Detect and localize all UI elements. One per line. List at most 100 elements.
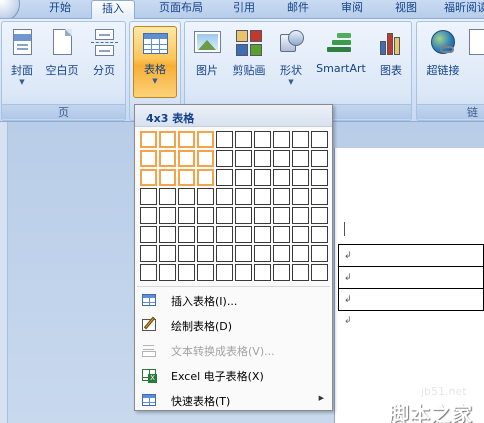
grid-cell[interactable] <box>254 264 271 281</box>
grid-cell[interactable] <box>292 245 309 262</box>
grid-cell[interactable] <box>235 207 252 224</box>
grid-cell[interactable] <box>273 245 290 262</box>
grid-cell[interactable] <box>254 188 271 205</box>
grid-cell[interactable] <box>197 264 214 281</box>
chart-button[interactable]: 图表 <box>373 28 409 77</box>
grid-cell-selected[interactable] <box>178 131 195 148</box>
grid-cell[interactable] <box>292 169 309 186</box>
grid-cell-selected[interactable] <box>197 169 214 186</box>
grid-cell[interactable] <box>159 188 176 205</box>
grid-cell[interactable] <box>197 188 214 205</box>
grid-cell[interactable] <box>254 207 271 224</box>
grid-cell[interactable] <box>254 245 271 262</box>
tab-review[interactable]: 审阅 <box>330 0 374 18</box>
grid-cell[interactable] <box>311 264 328 281</box>
tab-mailings[interactable]: 邮件 <box>276 0 320 18</box>
grid-cell[interactable] <box>159 226 176 243</box>
grid-cell[interactable] <box>140 264 157 281</box>
grid-cell-selected[interactable] <box>140 169 157 186</box>
clipart-button[interactable]: 剪贴画 <box>227 28 271 77</box>
grid-cell-selected[interactable] <box>159 169 176 186</box>
quick-tables-menu-item[interactable]: 快速表格(T) ▶ <box>137 388 330 412</box>
grid-cell[interactable] <box>311 245 328 262</box>
grid-cell[interactable] <box>273 226 290 243</box>
grid-cell[interactable] <box>254 226 271 243</box>
grid-cell[interactable] <box>140 226 157 243</box>
grid-cell[interactable] <box>178 245 195 262</box>
tab-home[interactable]: 开始 <box>36 0 84 18</box>
grid-cell-selected[interactable] <box>159 150 176 167</box>
grid-cell-selected[interactable] <box>140 131 157 148</box>
grid-cell-selected[interactable] <box>140 150 157 167</box>
grid-cell[interactable] <box>140 188 157 205</box>
page-break-button[interactable]: 分页 <box>86 28 122 77</box>
grid-cell[interactable] <box>159 207 176 224</box>
grid-cell[interactable] <box>311 188 328 205</box>
grid-cell-selected[interactable] <box>197 150 214 167</box>
grid-cell[interactable] <box>235 245 252 262</box>
grid-cell[interactable] <box>235 226 252 243</box>
convert-text-to-table-menu-item[interactable]: 文本转换成表格(V)... <box>137 338 330 362</box>
grid-cell[interactable] <box>254 131 271 148</box>
tab-references[interactable]: 引用 <box>222 0 266 18</box>
grid-cell[interactable] <box>197 245 214 262</box>
cover-page-button[interactable]: 封面 ▼ <box>4 28 40 86</box>
blank-page-button[interactable]: 空白页 <box>40 28 84 77</box>
grid-cell[interactable] <box>292 207 309 224</box>
grid-cell[interactable] <box>235 131 252 148</box>
bookmark-button[interactable]: 书 <box>467 28 484 58</box>
grid-cell[interactable] <box>235 150 252 167</box>
grid-cell[interactable] <box>216 169 233 186</box>
tab-view[interactable]: 视图 <box>384 0 428 18</box>
grid-cell-selected[interactable] <box>197 131 214 148</box>
grid-cell[interactable] <box>216 131 233 148</box>
grid-cell-selected[interactable] <box>178 169 195 186</box>
grid-cell[interactable] <box>273 150 290 167</box>
grid-cell[interactable] <box>273 207 290 224</box>
table-cell[interactable]: ↲ <box>338 288 484 311</box>
hyperlink-button[interactable]: 超链接 <box>421 28 465 77</box>
grid-cell[interactable] <box>235 169 252 186</box>
shapes-button[interactable]: 形状 ▼ <box>273 28 309 86</box>
grid-cell[interactable] <box>273 264 290 281</box>
grid-cell[interactable] <box>292 226 309 243</box>
grid-cell[interactable] <box>311 226 328 243</box>
grid-cell[interactable] <box>273 131 290 148</box>
grid-cell[interactable] <box>216 150 233 167</box>
table-cell[interactable]: ↲ <box>338 244 484 267</box>
grid-cell[interactable] <box>254 150 271 167</box>
table-cell[interactable]: ↲ <box>338 266 484 289</box>
grid-cell[interactable] <box>254 169 271 186</box>
grid-cell[interactable] <box>292 188 309 205</box>
grid-cell[interactable] <box>292 264 309 281</box>
table-button[interactable]: 表格 ▼ <box>133 26 177 98</box>
grid-cell[interactable] <box>235 188 252 205</box>
grid-cell[interactable] <box>216 264 233 281</box>
grid-cell[interactable] <box>178 226 195 243</box>
grid-cell[interactable] <box>311 169 328 186</box>
grid-cell[interactable] <box>216 245 233 262</box>
grid-cell[interactable] <box>178 188 195 205</box>
smartart-button[interactable]: SmartArt <box>311 28 371 75</box>
grid-cell[interactable] <box>273 188 290 205</box>
document-table[interactable]: ↲ ↲ ↲ <box>338 244 484 311</box>
grid-cell[interactable] <box>140 207 157 224</box>
tab-foxit-reader[interactable]: 福昕阅读 <box>436 0 484 18</box>
grid-cell[interactable] <box>159 245 176 262</box>
grid-cell[interactable] <box>159 264 176 281</box>
grid-cell-selected[interactable] <box>178 150 195 167</box>
grid-cell[interactable] <box>178 207 195 224</box>
grid-cell[interactable] <box>311 150 328 167</box>
tab-insert[interactable]: 插入 <box>91 0 135 19</box>
grid-cell[interactable] <box>197 207 214 224</box>
grid-cell[interactable] <box>216 188 233 205</box>
grid-cell[interactable] <box>273 169 290 186</box>
grid-cell[interactable] <box>235 264 252 281</box>
grid-cell[interactable] <box>292 150 309 167</box>
grid-cell[interactable] <box>292 131 309 148</box>
grid-cell[interactable] <box>216 226 233 243</box>
grid-cell[interactable] <box>197 226 214 243</box>
draw-table-menu-item[interactable]: 绘制表格(D) <box>137 313 330 337</box>
tab-page-layout[interactable]: 页面布局 <box>146 0 216 18</box>
grid-cell[interactable] <box>311 207 328 224</box>
